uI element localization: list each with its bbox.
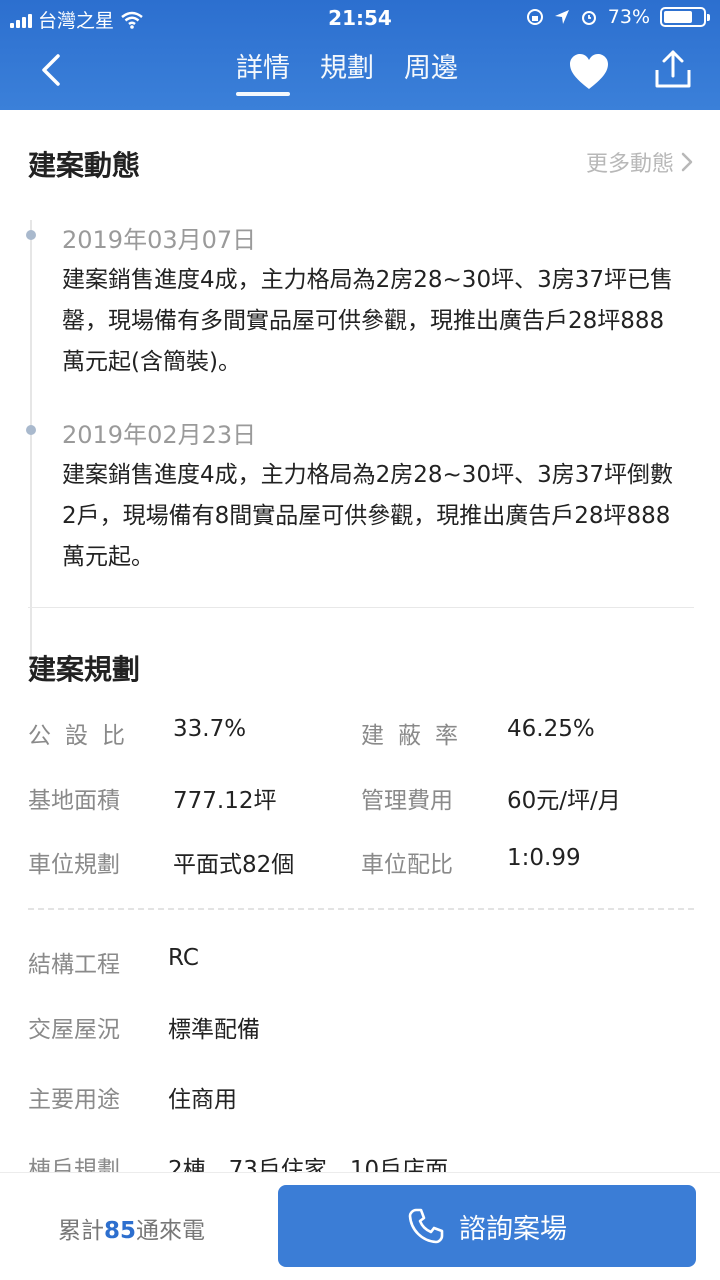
label-delivery-condition: 交屋屋況 xyxy=(28,1017,120,1043)
bottom-action-bar: 累計85通來電 諮詢案場 xyxy=(0,1172,720,1280)
news-date: 2019年03月07日 xyxy=(62,226,257,254)
value-public-ratio: 33.7% xyxy=(173,716,247,742)
rotation-lock-icon xyxy=(526,9,543,25)
chevron-right-icon xyxy=(681,152,693,172)
label-building-units: 棟戶規劃 xyxy=(28,1157,120,1172)
tab-surroundings[interactable]: 周邊 xyxy=(404,46,458,94)
consult-site-button[interactable]: 諮詢案場 xyxy=(278,1185,696,1267)
phone-icon xyxy=(408,1208,444,1244)
location-arrow-icon xyxy=(554,10,569,24)
label-main-use: 主要用途 xyxy=(28,1087,120,1113)
value-parking-ratio: 1:0.99 xyxy=(507,845,581,871)
news-date: 2019年02月23日 xyxy=(62,421,257,449)
dashed-divider xyxy=(28,908,694,910)
consult-button-label: 諮詢案場 xyxy=(459,1213,567,1245)
tab-planning[interactable]: 規劃 xyxy=(320,46,374,94)
value-parking-plan: 平面式82個 xyxy=(173,852,295,878)
label-management-fee: 管理費用 xyxy=(361,788,453,814)
share-icon[interactable] xyxy=(652,48,694,92)
alarm-icon xyxy=(581,11,596,25)
battery-icon xyxy=(660,7,710,27)
nav-bar: 詳情 規劃 周邊 xyxy=(0,36,720,110)
call-count: 累計85通來電 xyxy=(58,1211,205,1245)
value-main-use: 住商用 xyxy=(168,1087,237,1113)
section-divider xyxy=(28,607,694,608)
tab-details[interactable]: 詳情 xyxy=(236,46,290,96)
back-icon[interactable] xyxy=(32,48,76,92)
timeline-dot xyxy=(26,230,36,240)
battery-percent: 73% xyxy=(607,6,650,28)
more-news-link[interactable]: 更多動態 xyxy=(586,146,694,178)
label-site-area: 基地面積 xyxy=(28,788,120,814)
label-parking-ratio: 車位配比 xyxy=(361,852,453,878)
favorite-heart-icon[interactable] xyxy=(568,52,610,92)
value-coverage-ratio: 46.25% xyxy=(507,716,595,742)
value-building-units: 2棟，73戶住家，10戶店面 xyxy=(168,1157,449,1172)
main-content[interactable]: 建案動態 更多動態 2019年03月07日 建案銷售進度4成，主力格局為2房28… xyxy=(0,110,720,1172)
label-coverage-ratio: 建蔽率 xyxy=(361,723,472,749)
call-count-suffix: 通來電 xyxy=(136,1218,206,1244)
news-section-title: 建案動態 xyxy=(28,149,141,182)
news-text: 建案銷售進度4成，主力格局為2房28~30坪、3房37坪已售罄，現場備有多間實品… xyxy=(62,267,673,375)
value-site-area: 777.12坪 xyxy=(173,788,277,814)
value-management-fee: 60元/坪/月 xyxy=(507,788,621,814)
value-structure: RC xyxy=(168,945,199,971)
label-public-ratio: 公設比 xyxy=(28,723,139,749)
label-parking-plan: 車位規劃 xyxy=(28,852,120,878)
status-right: 73% xyxy=(526,6,710,28)
more-news-label: 更多動態 xyxy=(585,152,674,177)
status-bar: 台灣之星 21:54 73% xyxy=(0,0,720,36)
label-structure: 結構工程 xyxy=(28,952,120,978)
news-text: 建案銷售進度4成，主力格局為2房28~30坪、3房37坪倒數2戶，現場備有8間實… xyxy=(62,462,673,570)
app-header: 台灣之星 21:54 73% 詳情 規劃 周邊 xyxy=(0,0,720,110)
tab-bar: 詳情 規劃 周邊 xyxy=(236,46,458,96)
plan-section-title: 建案規劃 xyxy=(28,653,141,686)
timeline-dot xyxy=(26,425,36,435)
call-count-number: 85 xyxy=(104,1218,137,1244)
value-delivery-condition: 標準配備 xyxy=(168,1017,260,1043)
call-count-prefix: 累計 xyxy=(58,1218,104,1244)
